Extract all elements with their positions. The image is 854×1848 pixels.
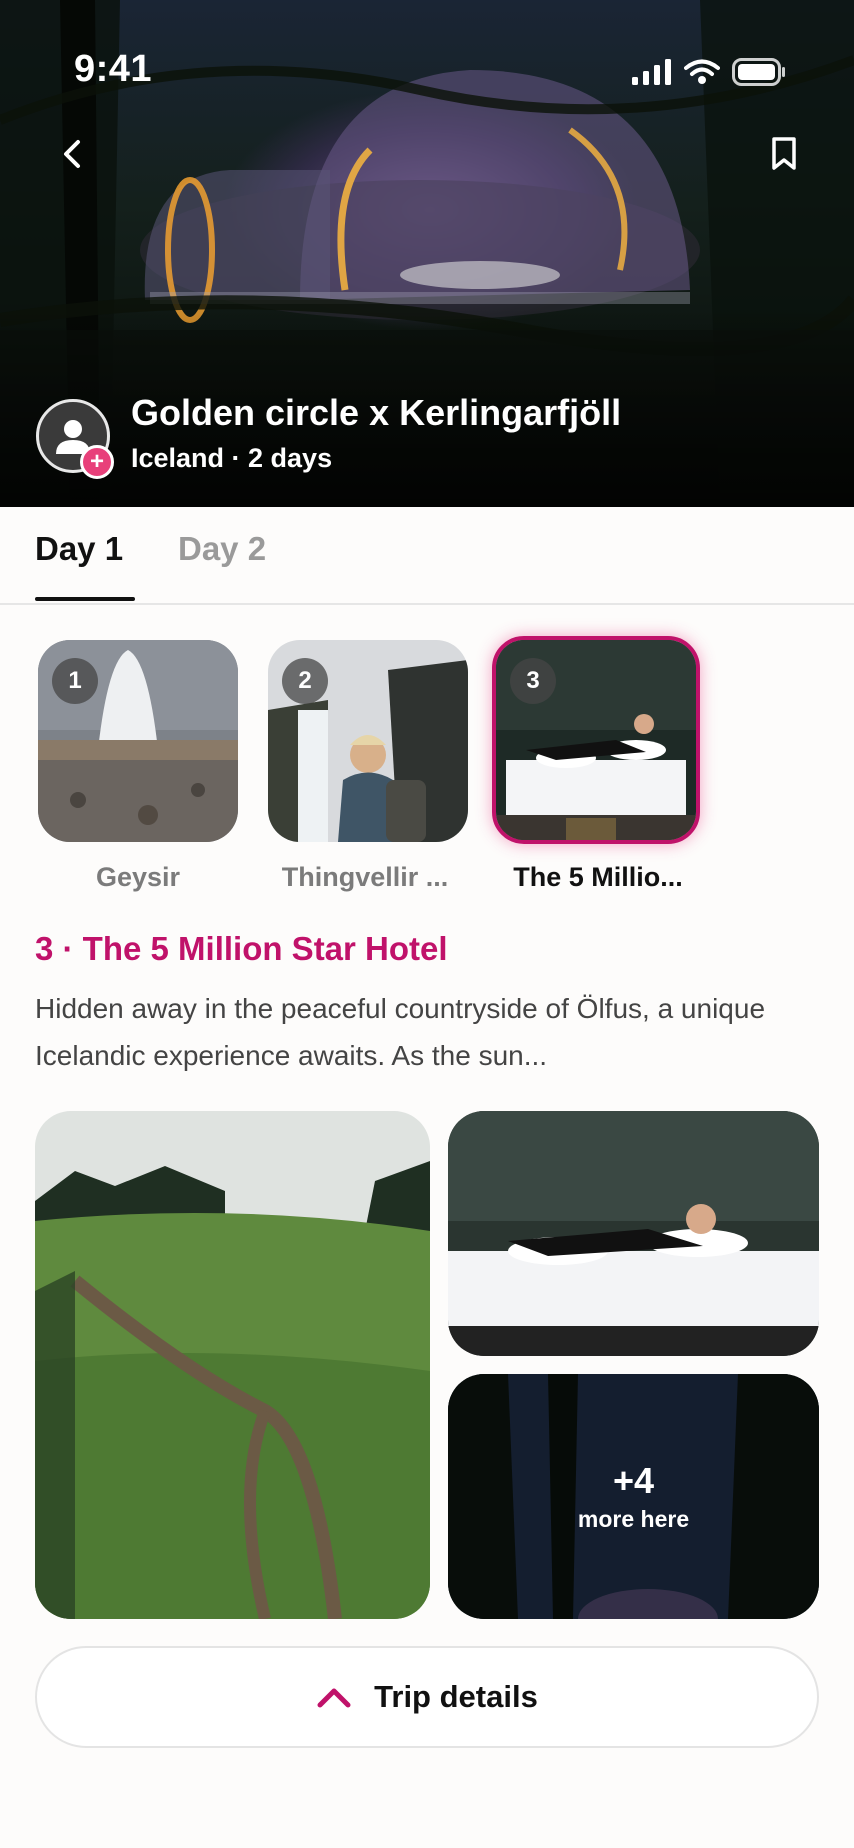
stop-thumbnail[interactable]: 1 xyxy=(38,640,238,842)
stop-thumbnail[interactable]: 3 xyxy=(492,636,700,844)
gallery-photo-more[interactable]: +4 more here xyxy=(448,1374,819,1619)
back-button[interactable] xyxy=(42,124,102,184)
stop-card-thingvellir[interactable]: 2 xyxy=(268,640,468,842)
gallery-photo-bed[interactable] xyxy=(448,1111,819,1356)
trip-title: Golden circle x Kerlingarfjöll xyxy=(131,392,622,433)
stop-number-badge: 2 xyxy=(282,658,328,704)
follow-plus-icon[interactable]: + xyxy=(80,445,114,479)
wifi-icon xyxy=(684,59,720,84)
gallery-photo-meadow[interactable] xyxy=(35,1111,430,1619)
trip-subtitle: Iceland · 2 days xyxy=(131,443,333,473)
chevron-up-icon xyxy=(317,1688,351,1708)
stop-label-geysir[interactable]: Geysir xyxy=(28,862,248,893)
cellular-signal-icon xyxy=(632,59,671,85)
battery-icon xyxy=(732,58,785,86)
chevron-left-icon xyxy=(64,140,80,168)
tab-day-1[interactable]: Day 1 xyxy=(35,530,123,568)
stop-number-badge: 3 xyxy=(510,658,556,704)
trip-details-button[interactable]: Trip details xyxy=(35,1646,819,1748)
stop-card-5-million-star-hotel[interactable]: 3 xyxy=(492,636,700,844)
status-time: 9:41 xyxy=(74,48,153,90)
trip-details-label: Trip details xyxy=(374,1679,538,1714)
status-icons xyxy=(632,58,786,86)
bookmark-icon xyxy=(772,137,796,170)
trip-screen: 9:41 + Golden circle x Kerlingarfjöll Ic… xyxy=(0,0,854,1848)
stop-label-thingvellir[interactable]: Thingvellir ... xyxy=(255,862,475,893)
more-photos-overlay: +4 more here xyxy=(448,1374,819,1619)
stop-thumbnail[interactable]: 2 xyxy=(268,640,468,842)
tab-active-indicator xyxy=(35,597,135,601)
stop-label-5-million-star-hotel[interactable]: The 5 Millio... xyxy=(488,862,708,893)
stop-detail-title: 3 · The 5 Million Star Hotel xyxy=(35,930,448,967)
bookmark-button[interactable] xyxy=(754,124,814,184)
day-tabs xyxy=(0,507,854,605)
stop-detail-description[interactable]: Hidden away in the peaceful countryside … xyxy=(35,985,815,1079)
more-photos-count: +4 xyxy=(612,1460,655,1501)
meadow-photo xyxy=(35,1111,430,1619)
stop-number-badge: 1 xyxy=(52,658,98,704)
outdoor-bed-photo xyxy=(448,1111,819,1356)
stop-card-geysir[interactable]: 1 xyxy=(38,640,238,842)
tab-day-2[interactable]: Day 2 xyxy=(178,530,266,568)
status-bar: 9:41 xyxy=(0,0,854,100)
more-photos-label: more here xyxy=(577,1506,690,1532)
